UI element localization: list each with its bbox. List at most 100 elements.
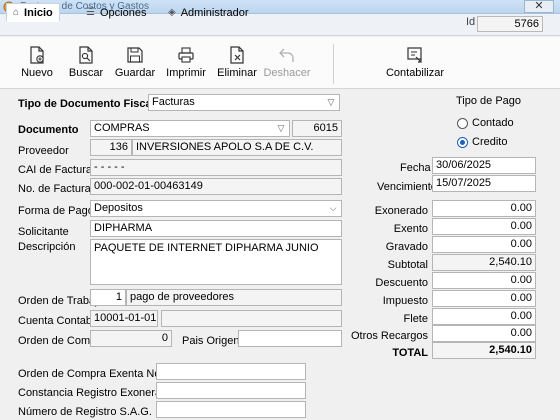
- impuesto-label: Impuesto: [382, 295, 428, 307]
- otros-field[interactable]: 0.00: [432, 325, 536, 342]
- documento-number: 6015: [292, 120, 342, 137]
- gravado-label: Gravado: [385, 241, 428, 253]
- cuenta-label: Cuenta Contable: [18, 315, 101, 327]
- imprimir-button[interactable]: Imprimir: [162, 41, 210, 85]
- buscar-label: Buscar: [68, 67, 104, 79]
- undo-icon: [279, 48, 294, 62]
- constancia-label: Constancia Registro Exonerados: [18, 387, 179, 399]
- vencimiento-field[interactable]: 15/07/2025: [432, 175, 536, 192]
- deshacer-button[interactable]: Deshacer: [262, 41, 312, 85]
- vencimiento-label: Vencimiento: [377, 181, 437, 193]
- tipo-doc-select[interactable]: Facturas ▽: [148, 94, 340, 111]
- imprimir-label: Imprimir: [166, 67, 206, 79]
- eliminar-label: Eliminar: [217, 67, 257, 79]
- orden-compra-field[interactable]: 0: [90, 330, 172, 347]
- radio-on-icon: [457, 136, 468, 148]
- pago-title: Tipo de Pago: [456, 95, 522, 107]
- oc-exenta-field[interactable]: [156, 363, 306, 380]
- tab-label: Inicio: [24, 6, 53, 19]
- formapago-label: Forma de Pago: [18, 205, 94, 217]
- eliminar-button[interactable]: Eliminar: [214, 41, 260, 85]
- chevron-down-icon: ⌵: [329, 203, 337, 213]
- flete-label: Flete: [403, 313, 428, 325]
- sag-label: Número de Registro S.A.G.: [18, 406, 152, 418]
- search-document-icon: [79, 46, 93, 64]
- otros-label: Otros Recargos: [350, 330, 428, 342]
- pago-credito-radio[interactable]: Credito: [457, 136, 507, 148]
- solicitante-field[interactable]: DIPHARMA: [90, 220, 342, 237]
- documento-label: Documento: [18, 124, 79, 136]
- contabilizar-button[interactable]: Contabilizar: [384, 41, 446, 85]
- proveedor-code: 136: [90, 139, 132, 156]
- documento-select[interactable]: COMPRAS ▽: [90, 120, 290, 137]
- total-field: 2,540.10: [432, 342, 536, 359]
- tab-administrador[interactable]: ◈ Administrador: [162, 3, 255, 22]
- pais-label: Pais Origen: [182, 335, 240, 347]
- oc-exenta-label: Orden de Compra Exenta No.: [18, 368, 164, 380]
- close-button[interactable]: ✕: [524, 0, 554, 13]
- nuevo-button[interactable]: Nuevo: [14, 41, 60, 85]
- subtotal-field: 2,540.10: [432, 254, 536, 271]
- tipo-doc-value: Facturas: [152, 96, 195, 108]
- total-label: TOTAL: [392, 347, 428, 359]
- descuento-field[interactable]: 0.00: [432, 272, 536, 289]
- guardar-label: Guardar: [114, 67, 156, 79]
- pago-contado-radio[interactable]: Contado: [457, 117, 514, 129]
- nofactura-field[interactable]: 000-002-01-00463149: [90, 178, 342, 195]
- cuenta-field[interactable]: 10001-01-01: [90, 310, 158, 327]
- tipo-doc-label: Tipo de Documento Fiscal: [18, 98, 155, 110]
- fecha-label: Fecha: [400, 162, 431, 174]
- chevron-down-icon: ▽: [327, 97, 335, 107]
- new-document-icon: [30, 46, 44, 64]
- home-icon: ⌂: [13, 6, 20, 18]
- descuento-label: Descuento: [375, 277, 428, 289]
- cai-field[interactable]: - - - - -: [90, 159, 342, 176]
- formapago-select[interactable]: Depositos ⌵: [90, 200, 342, 217]
- credito-label: Credito: [472, 136, 508, 148]
- orden-trabajo-number[interactable]: 1: [90, 289, 126, 306]
- pais-field[interactable]: [238, 330, 342, 347]
- sag-field[interactable]: [156, 401, 306, 418]
- save-icon: [127, 47, 143, 63]
- contabilizar-label: Contabilizar: [385, 67, 445, 79]
- post-ledger-icon: [407, 47, 422, 63]
- cuenta-desc: [161, 310, 342, 327]
- deshacer-label: Deshacer: [263, 67, 311, 79]
- tab-label: Opciones: [99, 6, 147, 19]
- proveedor-name: INVERSIONES APOLO S.A DE C.V.: [132, 139, 342, 156]
- constancia-field[interactable]: [156, 382, 306, 399]
- tab-opciones[interactable]: ☰ Opciones: [80, 3, 152, 22]
- flete-field[interactable]: 0.00: [432, 308, 536, 325]
- delete-document-icon: [230, 46, 244, 64]
- tab-inicio[interactable]: ⌂ Inicio: [6, 3, 60, 22]
- descripcion-textarea[interactable]: PAQUETE DE INTERNET DIPHARMA JUNIO: [90, 239, 342, 285]
- guardar-button[interactable]: Guardar: [112, 41, 158, 85]
- cai-label: CAI de Factura: [18, 164, 92, 176]
- shield-icon: ◈: [168, 6, 176, 18]
- buscar-button[interactable]: Buscar: [64, 41, 108, 85]
- toolbar-separator: [333, 44, 334, 84]
- subtotal-label: Subtotal: [387, 259, 428, 271]
- exonerado-label: Exonerado: [374, 205, 428, 217]
- tab-label: Administrador: [180, 6, 249, 19]
- exento-label: Exento: [393, 223, 428, 235]
- solicitante-label: Solicitante: [18, 226, 69, 238]
- printer-icon: [178, 47, 194, 63]
- formapago-value: Depositos: [94, 202, 143, 214]
- fecha-field[interactable]: 30/06/2025: [432, 157, 536, 174]
- nofactura-label: No. de Factura: [18, 183, 91, 195]
- exonerado-field[interactable]: 0.00: [432, 200, 536, 217]
- radio-off-icon: [457, 117, 468, 129]
- list-icon: ☰: [86, 6, 95, 18]
- descripcion-label: Descripción: [18, 241, 76, 253]
- orden-trabajo-desc: pago de proveedores: [126, 289, 342, 306]
- id-field: 5766: [477, 16, 543, 32]
- chevron-down-icon: ▽: [277, 123, 285, 133]
- gravado-field[interactable]: 0.00: [432, 236, 536, 253]
- documento-value: COMPRAS: [94, 122, 150, 134]
- id-label: Id: [466, 16, 476, 28]
- nuevo-label: Nuevo: [21, 67, 53, 79]
- exento-field[interactable]: 0.00: [432, 218, 536, 235]
- proveedor-label: Proveedor: [18, 145, 69, 157]
- impuesto-field[interactable]: 0.00: [432, 290, 536, 307]
